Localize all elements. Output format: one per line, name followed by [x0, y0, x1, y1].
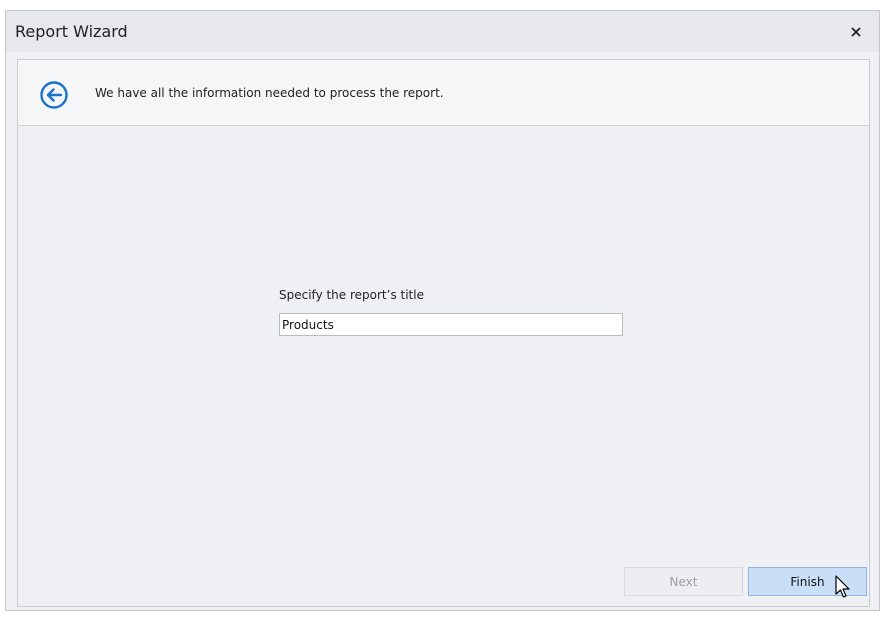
- wizard-content: We have all the information needed to pr…: [17, 59, 870, 607]
- window-title: Report Wizard: [15, 22, 128, 41]
- wizard-header: We have all the information needed to pr…: [18, 60, 869, 126]
- close-icon: [851, 26, 861, 37]
- back-arrow-icon: [40, 81, 68, 109]
- report-wizard-window: Report Wizard We have all the informatio…: [5, 10, 880, 611]
- close-button[interactable]: [847, 23, 865, 41]
- title-bar: Report Wizard: [6, 11, 879, 52]
- report-title-input[interactable]: [279, 313, 623, 336]
- mouse-pointer-icon: [835, 575, 850, 598]
- back-button[interactable]: [39, 80, 69, 110]
- report-title-label: Specify the report’s title: [279, 288, 424, 302]
- next-button[interactable]: Next: [624, 567, 743, 596]
- header-message: We have all the information needed to pr…: [95, 86, 444, 100]
